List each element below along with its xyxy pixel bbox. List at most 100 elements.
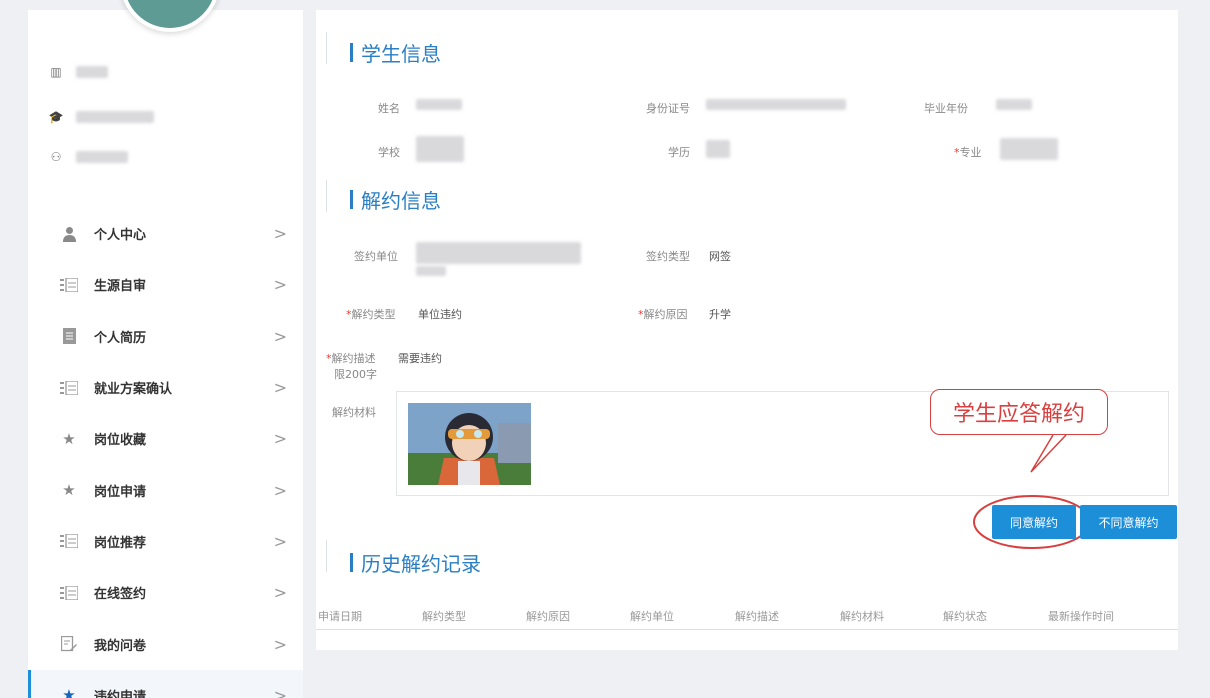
section-title-student-info: 学生信息 xyxy=(350,38,441,67)
star-icon: ★ xyxy=(62,686,76,698)
sidebar-item-job-applications[interactable]: ★ 岗位申请 > xyxy=(28,464,303,515)
section-marker xyxy=(326,180,327,212)
contract-unit-label: 签约单位 xyxy=(354,250,398,263)
person-icon xyxy=(60,225,78,243)
sidebar-item-personal-center[interactable]: 个人中心 > xyxy=(28,208,303,259)
major-label-text: 专业 xyxy=(959,146,982,159)
graduation-cap-icon: 🎓 xyxy=(48,110,64,124)
sidebar-item-resume[interactable]: 个人简历 > xyxy=(28,311,303,362)
column-header: 解约原因 xyxy=(526,610,570,623)
cancel-type-label-text: 解约类型 xyxy=(351,308,396,321)
id-number-value-blurred xyxy=(706,99,846,110)
star-icon: ★ xyxy=(62,429,76,448)
column-header: 最新操作时间 xyxy=(1048,610,1114,623)
cancel-description-label-text: 解约描述 xyxy=(331,352,376,365)
sidebar-item-job-favorites[interactable]: ★ 岗位收藏 > xyxy=(28,413,303,464)
major-label: *专业 xyxy=(954,144,982,160)
history-table-header: 申请日期 解约类型 解约原因 解约单位 解约描述 解约材料 解约状态 最新操作时… xyxy=(316,600,1178,630)
org-row: ⚇ xyxy=(48,150,128,164)
star-icon: ★ xyxy=(62,481,76,500)
graduation-year-label: 毕业年份 xyxy=(924,102,968,115)
school-value-blurred xyxy=(416,136,464,162)
cancel-description-label: *解约描述 xyxy=(326,350,376,366)
chevron-right-icon: > xyxy=(273,275,287,295)
sidebar-item-label: 违约申请 xyxy=(94,689,147,698)
chevron-right-icon: > xyxy=(273,326,287,346)
degree-value-blurred xyxy=(706,140,730,158)
disagree-cancel-button[interactable]: 不同意解约 xyxy=(1080,505,1177,539)
sidebar-item-online-signing[interactable]: 在线签约 > xyxy=(28,567,303,618)
section-title-cancel-info: 解约信息 xyxy=(350,185,441,214)
column-header: 申请日期 xyxy=(318,610,362,623)
cancel-type-value: 单位违约 xyxy=(418,308,462,321)
sidebar-item-my-questionnaire[interactable]: 我的问卷 > xyxy=(28,618,303,669)
section-marker xyxy=(326,540,327,572)
sidebar-item-employment-plan[interactable]: 就业方案确认 > xyxy=(28,362,303,413)
cancel-type-label: *解约类型 xyxy=(346,306,396,322)
bar-chart-icon: ▥ xyxy=(50,65,62,79)
blurred-value xyxy=(76,111,154,123)
major-value-blurred xyxy=(1000,138,1058,160)
column-header: 解约单位 xyxy=(630,610,674,623)
section-title-text: 学生信息 xyxy=(361,42,441,66)
degree-row: 🎓 xyxy=(48,110,154,124)
cancel-reason-label-text: 解约原因 xyxy=(643,308,688,321)
cancel-reason-value: 升学 xyxy=(709,308,731,321)
chevron-right-icon: > xyxy=(273,685,287,698)
sidebar-menu: 个人中心 > 生源自审 > 个人简历 > 就业方案确认 > ★ 岗位收藏 > ★… xyxy=(28,208,303,698)
name-label: 姓名 xyxy=(378,102,400,115)
section-title-text: 解约信息 xyxy=(361,189,441,213)
section-title-text: 历史解约记录 xyxy=(361,552,481,576)
blurred-value xyxy=(76,151,128,163)
organization-icon: ⚇ xyxy=(50,150,62,164)
title-bar xyxy=(350,553,353,572)
cancel-material-label: 解约材料 xyxy=(332,406,376,419)
chevron-right-icon: > xyxy=(273,531,287,551)
edit-icon xyxy=(60,635,78,653)
sidebar-item-label: 个人简历 xyxy=(94,330,147,346)
sidebar-item-source-review[interactable]: 生源自审 > xyxy=(28,259,303,310)
contract-unit-value-blurred xyxy=(416,266,446,276)
sidebar-item-label: 在线签约 xyxy=(94,587,147,603)
title-bar xyxy=(350,43,353,62)
graduation-year-value-blurred xyxy=(996,99,1032,110)
sidebar-item-label: 就业方案确认 xyxy=(94,382,173,398)
chevron-right-icon: > xyxy=(273,480,287,500)
contract-unit-value-blurred xyxy=(416,242,581,264)
list-icon xyxy=(60,379,78,397)
name-value-blurred xyxy=(416,99,462,110)
id-number-label: 身份证号 xyxy=(646,102,690,115)
sidebar-item-job-recommendations[interactable]: 岗位推荐 > xyxy=(28,516,303,567)
chevron-right-icon: > xyxy=(273,634,287,654)
section-title-history: 历史解约记录 xyxy=(350,548,481,577)
sidebar-item-label: 我的问卷 xyxy=(94,638,147,654)
sidebar: ▥ 🎓 ⚇ 个人中心 > 生源自审 > 个人简历 > 就业方案确认 > ★ 岗位… xyxy=(28,0,303,698)
chevron-right-icon: > xyxy=(273,429,287,449)
cancel-description-value: 需要违约 xyxy=(398,352,442,365)
sidebar-item-label: 个人中心 xyxy=(94,228,147,244)
stats-row: ▥ xyxy=(48,65,108,79)
agree-cancel-button[interactable]: 同意解约 xyxy=(992,505,1076,539)
chevron-right-icon: > xyxy=(273,224,287,244)
column-header: 解约状态 xyxy=(943,610,987,623)
section-marker xyxy=(326,32,327,64)
blurred-value xyxy=(76,66,108,78)
chevron-right-icon: > xyxy=(273,583,287,603)
list-icon xyxy=(60,276,78,294)
list-icon xyxy=(60,532,78,550)
title-bar xyxy=(350,190,353,209)
school-label: 学校 xyxy=(378,146,400,159)
list-icon xyxy=(60,584,78,602)
sidebar-item-label: 岗位申请 xyxy=(94,484,147,500)
column-header: 解约类型 xyxy=(422,610,466,623)
sidebar-item-label: 岗位收藏 xyxy=(94,433,147,449)
cancel-reason-label: *解约原因 xyxy=(638,306,688,322)
cancel-description-limit: 限200字 xyxy=(334,368,377,381)
material-thumbnail-image[interactable] xyxy=(408,403,531,485)
sign-type-value: 网签 xyxy=(709,250,731,263)
sidebar-item-breach-application[interactable]: ★ 违约申请 > xyxy=(28,669,303,698)
avatar[interactable] xyxy=(120,0,220,32)
main-panel: 学生信息 姓名 身份证号 毕业年份 学校 学历 *专业 解约信息 签约单位 签约… xyxy=(316,10,1178,650)
column-header: 解约材料 xyxy=(840,610,884,623)
sign-type-label: 签约类型 xyxy=(646,250,690,263)
